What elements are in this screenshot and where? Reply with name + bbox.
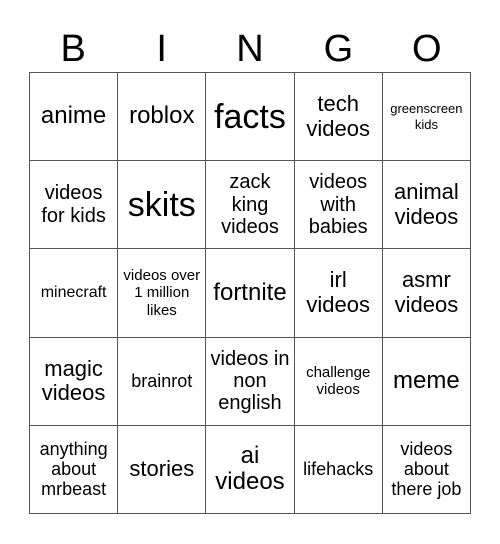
bingo-cell[interactable]: videos about there job [382, 425, 471, 514]
bingo-cell[interactable]: magic videos [30, 337, 119, 426]
bingo-cell[interactable]: tech videos [294, 73, 383, 162]
bingo-cell[interactable]: asmr videos [382, 249, 471, 338]
bingo-cell[interactable]: challenge videos [294, 337, 383, 426]
bingo-card-grid: anime roblox facts tech videos greenscre… [29, 72, 471, 514]
bingo-cell[interactable]: ai videos [206, 425, 295, 514]
bingo-cell[interactable]: meme [382, 337, 471, 426]
bingo-cell[interactable]: anime [30, 73, 119, 162]
bingo-cell[interactable]: minecraft [30, 249, 119, 338]
bingo-cell[interactable]: skits [118, 161, 207, 250]
bingo-cell[interactable]: videos in non english [206, 337, 295, 426]
header-letter-n: N [236, 28, 264, 70]
bingo-header: B I N G O [29, 26, 471, 72]
bingo-cell[interactable]: roblox [118, 73, 207, 162]
bingo-cell[interactable]: zack king videos [206, 161, 295, 250]
header-letter-i: I [156, 28, 167, 70]
bingo-cell[interactable]: greenscreen kids [382, 73, 471, 162]
bingo-cell[interactable]: irl videos [294, 249, 383, 338]
bingo-cell[interactable]: anything about mrbeast [30, 425, 119, 514]
bingo-cell[interactable]: stories [118, 425, 207, 514]
header-letter-b: B [60, 28, 86, 70]
header-letter-o: O [412, 28, 442, 70]
bingo-cell[interactable]: fortnite [206, 249, 295, 338]
header-letter-g: G [323, 28, 354, 70]
bingo-cell[interactable]: facts [206, 73, 295, 162]
bingo-cell[interactable]: videos for kids [30, 161, 119, 250]
bingo-cell[interactable]: videos with babies [294, 161, 383, 250]
bingo-cell[interactable]: lifehacks [294, 425, 383, 514]
bingo-cell[interactable]: videos over 1 million likes [118, 249, 207, 338]
bingo-cell[interactable]: brainrot [118, 337, 207, 426]
bingo-cell[interactable]: animal videos [382, 161, 471, 250]
